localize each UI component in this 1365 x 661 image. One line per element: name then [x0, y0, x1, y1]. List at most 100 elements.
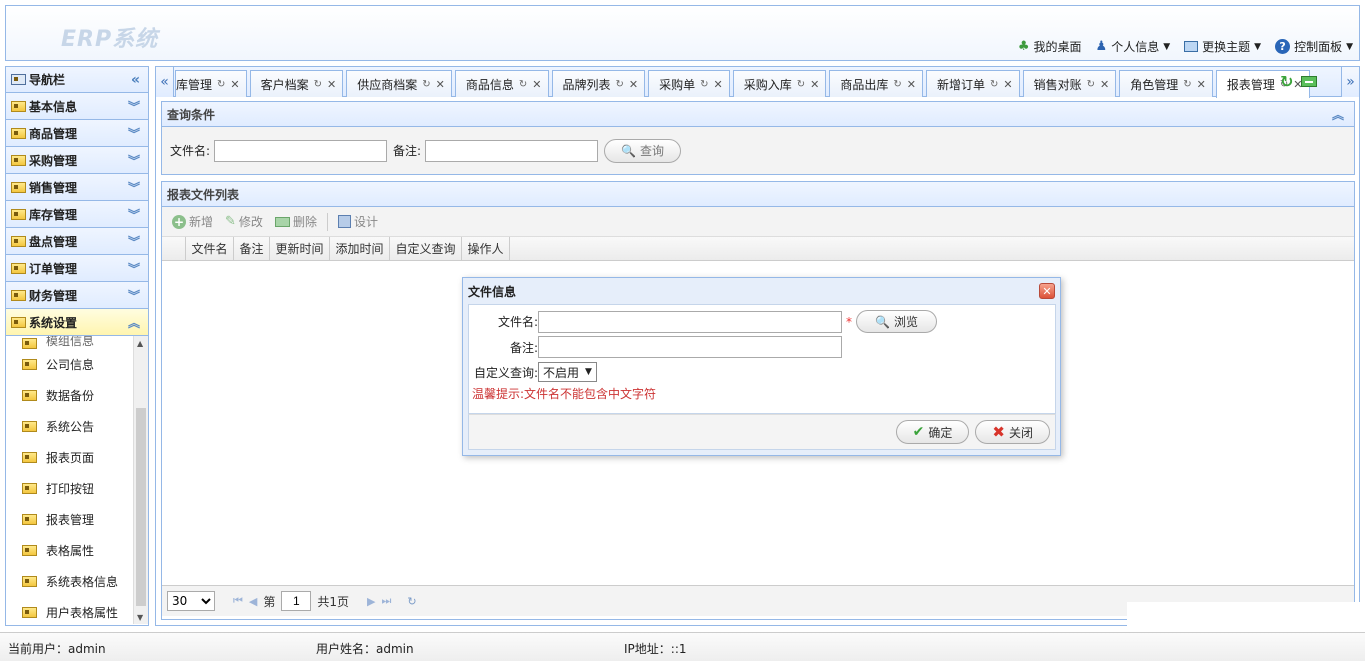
close-tab-icon[interactable]: ✕: [1003, 78, 1012, 91]
add-button[interactable]: + 新增: [168, 213, 217, 230]
sidebar-group-settings[interactable]: 系统设置 ︽: [6, 309, 148, 336]
sidebar-group-purchase[interactable]: 采购管理 ︾: [6, 147, 148, 174]
close-dialog-icon[interactable]: ✕: [1039, 283, 1055, 299]
confirm-button[interactable]: ✔ 确定: [895, 420, 970, 444]
my-desktop-link[interactable]: ♣ 我的桌面: [1018, 38, 1082, 55]
prev-page-icon[interactable]: ◀: [249, 595, 257, 608]
sidebar-group-finance[interactable]: 财务管理 ︾: [6, 282, 148, 309]
scroll-up-icon[interactable]: ▲: [137, 339, 143, 348]
close-tab-icon[interactable]: ✕: [436, 78, 445, 91]
tabs-scroll-right-icon[interactable]: »: [1341, 67, 1359, 97]
sidebar-group-basic[interactable]: 基本信息 ︾: [6, 93, 148, 120]
close-tab-icon[interactable]: ✕: [230, 78, 239, 91]
tab-goods-out[interactable]: 商品出库 ↻ ✕: [829, 70, 923, 97]
sidebar-item-print-button[interactable]: 打印按钮: [6, 473, 133, 504]
sidebar-group-inventory[interactable]: 库存管理 ︾: [6, 201, 148, 228]
refresh-tab-icon[interactable]: ↻: [616, 79, 624, 90]
close-tab-icon[interactable]: ✕: [532, 78, 541, 91]
close-tab-icon[interactable]: ✕: [907, 78, 916, 91]
last-page-icon[interactable]: ⏭: [382, 594, 392, 608]
dialog-remark-label: 备注:: [509, 340, 538, 355]
design-button[interactable]: 设计: [334, 213, 382, 230]
close-tab-icon[interactable]: ✕: [629, 78, 638, 91]
collapse-sidebar-icon[interactable]: «: [131, 72, 140, 88]
tab-inventory[interactable]: 库管理 ↻ ✕: [175, 70, 247, 97]
sidebar-item-company-info[interactable]: 公司信息: [6, 349, 133, 380]
control-panel-menu[interactable]: ? 控制面板 ▼: [1275, 38, 1353, 55]
sidebar-item-user-table-attributes[interactable]: 用户表格属性: [6, 597, 133, 624]
column-header[interactable]: 备注: [234, 237, 270, 260]
close-button[interactable]: ✖ 关闭: [975, 420, 1050, 444]
next-page-icon[interactable]: ▶: [367, 595, 375, 608]
tab-roles[interactable]: 角色管理 ↻ ✕: [1119, 70, 1213, 97]
filename-search-input[interactable]: [214, 139, 388, 162]
refresh-tab-icon[interactable]: ↻: [1183, 79, 1191, 90]
change-theme-menu[interactable]: 更换主题 ▼: [1184, 38, 1261, 55]
refresh-tab-icon[interactable]: ↻: [217, 79, 225, 90]
sidebar-item-data-backup[interactable]: 数据备份: [6, 380, 133, 411]
close-tab-icon[interactable]: ✕: [714, 78, 723, 91]
refresh-tab-icon[interactable]: ↻: [797, 79, 805, 90]
browse-button[interactable]: 🔍 浏览: [856, 310, 937, 333]
minimize-icon[interactable]: [1301, 76, 1318, 87]
close-tab-icon[interactable]: ✕: [810, 78, 819, 91]
sidebar-item-table-attributes[interactable]: 表格属性: [6, 535, 133, 566]
tab-sales-reconcile[interactable]: 销售对账 ↻ ✕: [1022, 70, 1117, 97]
sidebar-item-module-info[interactable]: 模组信息: [6, 336, 133, 349]
search-button-label: 查询: [640, 144, 665, 158]
first-page-icon[interactable]: ⏮: [233, 594, 243, 608]
search-button[interactable]: 🔍 查询: [604, 138, 682, 163]
close-tab-icon[interactable]: ✕: [1197, 78, 1206, 91]
refresh-icon[interactable]: ↻: [1280, 72, 1293, 91]
sidebar-item-system-table-info[interactable]: 系统表格信息: [6, 566, 133, 597]
dialog-remark-input[interactable]: [538, 336, 842, 358]
sidebar-group-orders[interactable]: 订单管理 ︾: [6, 255, 148, 282]
custom-query-select[interactable]: 不启用 ▼: [538, 362, 597, 382]
tab-new-order[interactable]: 新增订单 ↻ ✕: [926, 70, 1020, 97]
sidebar-item-announcement[interactable]: 系统公告: [6, 411, 133, 442]
sidebar-item-label: 用户表格属性: [46, 606, 119, 620]
refresh-tab-icon[interactable]: ↻: [422, 79, 430, 90]
refresh-tab-icon[interactable]: ↻: [1087, 79, 1095, 90]
reload-icon[interactable]: ↻: [407, 595, 416, 608]
close-tab-icon[interactable]: ✕: [327, 78, 336, 91]
column-header[interactable]: 更新时间: [270, 237, 330, 260]
tab-brands[interactable]: 品牌列表 ↻ ✕: [551, 70, 646, 97]
remark-search-input[interactable]: [425, 139, 599, 162]
scroll-down-icon[interactable]: ▼: [137, 613, 143, 622]
tab-goods-info[interactable]: 商品信息 ↻ ✕: [454, 70, 549, 97]
column-header[interactable]: 添加时间: [330, 237, 390, 260]
sidebar-scrollbar[interactable]: ▲ ▼: [133, 336, 148, 624]
close-tab-icon[interactable]: ✕: [1100, 78, 1109, 91]
refresh-tab-icon[interactable]: ↻: [893, 79, 901, 90]
chevron-down-icon: ︾: [127, 99, 140, 114]
refresh-tab-icon[interactable]: ↻: [519, 79, 527, 90]
tab-suppliers[interactable]: 供应商档案 ↻ ✕: [346, 70, 452, 97]
column-header[interactable]: 自定义查询: [390, 237, 462, 260]
refresh-tab-icon[interactable]: ↻: [700, 79, 708, 90]
scrollbar-thumb[interactable]: [136, 408, 146, 606]
sidebar-item-report-page[interactable]: 报表页面: [6, 442, 133, 473]
refresh-tab-icon[interactable]: ↻: [990, 79, 998, 90]
page-size-select[interactable]: 30: [167, 591, 215, 611]
chevron-up-icon[interactable]: ︽: [1332, 106, 1344, 123]
tab-purchase-order[interactable]: 采购单 ↻ ✕: [648, 70, 730, 97]
delete-button[interactable]: 删除: [271, 213, 321, 230]
sidebar-item-label: 公司信息: [46, 358, 95, 372]
edit-label: 修改: [238, 215, 263, 229]
sidebar-group-goods[interactable]: 商品管理 ︾: [6, 120, 148, 147]
sidebar-group-label: 销售管理: [29, 180, 78, 195]
personal-info-menu[interactable]: ♟ 个人信息 ▼: [1096, 38, 1171, 55]
sidebar-group-sales[interactable]: 销售管理 ︾: [6, 174, 148, 201]
tab-customers[interactable]: 客户档案 ↻ ✕: [249, 70, 344, 97]
edit-button[interactable]: ✎ 修改: [221, 213, 267, 230]
tabs-scroll-left-icon[interactable]: «: [156, 67, 174, 97]
column-header[interactable]: 操作人: [462, 237, 510, 260]
refresh-tab-icon[interactable]: ↻: [314, 79, 322, 90]
tab-purchase-in[interactable]: 采购入库 ↻ ✕: [732, 70, 827, 97]
sidebar-group-stocktake[interactable]: 盘点管理 ︾: [6, 228, 148, 255]
page-number-input[interactable]: [281, 591, 312, 611]
sidebar-item-report-management[interactable]: 报表管理: [6, 504, 133, 535]
dialog-filename-input[interactable]: [538, 310, 842, 333]
column-header[interactable]: 文件名: [186, 237, 234, 260]
